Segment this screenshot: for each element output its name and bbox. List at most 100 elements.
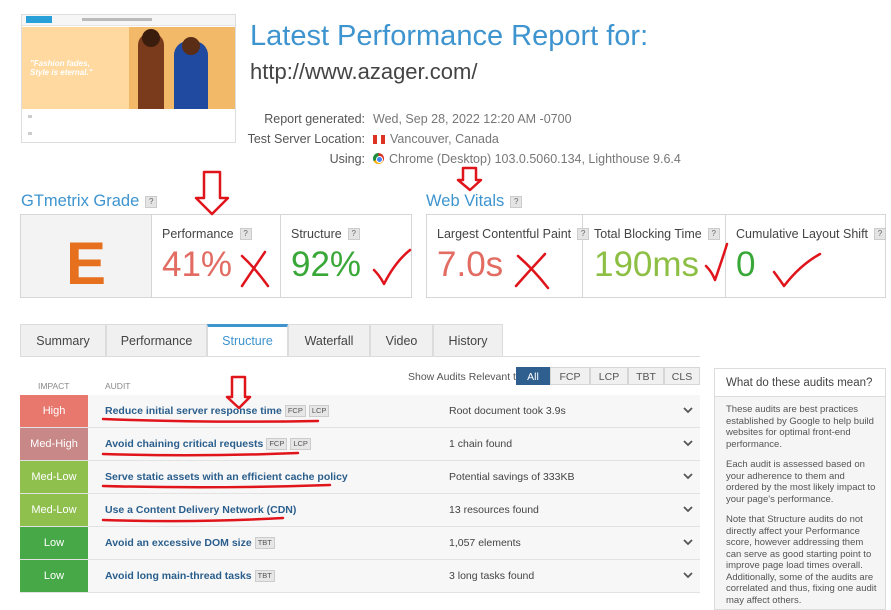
impact-badge: Low bbox=[20, 527, 88, 559]
meta-label-generated: Report generated: bbox=[264, 112, 365, 126]
tab-video[interactable]: Video bbox=[370, 324, 433, 356]
tbt-label: Total Blocking Time? bbox=[594, 227, 720, 241]
chevron-down-icon[interactable] bbox=[683, 504, 693, 514]
tab-structure[interactable]: Structure bbox=[207, 324, 288, 357]
web-vitals-heading: Web Vitals? bbox=[426, 192, 523, 211]
chevron-down-icon[interactable] bbox=[683, 438, 693, 448]
filter-cls-button[interactable]: CLS bbox=[664, 367, 700, 385]
audit-row[interactable]: High Reduce initial server response time F… bbox=[20, 395, 700, 428]
chevron-down-icon[interactable] bbox=[683, 405, 693, 415]
help-icon[interactable]: ? bbox=[347, 228, 360, 240]
meta-label-using: Using: bbox=[329, 152, 365, 166]
cls-label: Cumulative Layout Shift? bbox=[736, 227, 887, 241]
audit-name-text: Reduce initial server response time bbox=[105, 405, 282, 417]
tab-summary[interactable]: Summary bbox=[20, 324, 106, 356]
audit-name[interactable]: Serve static assets with an efficient ca… bbox=[105, 461, 348, 493]
audit-help-paragraph: Note that Structure audits do not direct… bbox=[726, 514, 877, 606]
audit-row[interactable]: Med-High Avoid chaining critical requests… bbox=[20, 428, 700, 461]
performance-label: Performance? bbox=[162, 227, 252, 241]
impact-badge: Med-Low bbox=[20, 461, 88, 493]
metric-tag: FCP bbox=[284, 405, 306, 417]
thumbnail-nav-links bbox=[82, 18, 152, 21]
filter-label: Show Audits Relevant to bbox=[408, 371, 522, 383]
audit-result: 1 chain found bbox=[449, 438, 513, 450]
filter-lcp-button[interactable]: LCP bbox=[590, 367, 628, 385]
cls-cell: Cumulative Layout Shift? 0 bbox=[726, 215, 887, 297]
audit-result: 1,057 elements bbox=[449, 537, 521, 549]
audit-name-text: Serve static assets with an efficient ca… bbox=[105, 471, 348, 483]
chevron-down-icon[interactable] bbox=[683, 537, 693, 547]
impact-column-header: IMPACT bbox=[38, 381, 70, 391]
filter-fcp-button[interactable]: FCP bbox=[550, 367, 590, 385]
thumbnail-slogan: "Fashion fades, Style is eternal." bbox=[30, 59, 93, 77]
metric-tag: TBT bbox=[254, 537, 275, 549]
metric-tag: FCP bbox=[266, 438, 288, 450]
lcp-value: 7.0s bbox=[437, 245, 504, 284]
thumbnail-model-1-head bbox=[142, 29, 160, 47]
audit-name[interactable]: Use a Content Delivery Network (CDN) bbox=[105, 494, 296, 526]
impact-badge: Med-High bbox=[20, 428, 88, 460]
audit-name[interactable]: Avoid long main-thread tasks TBT bbox=[105, 560, 275, 592]
gtmetrix-grade-heading: GTmetrix Grade? bbox=[21, 192, 158, 211]
tab-history[interactable]: History bbox=[433, 324, 503, 356]
help-icon[interactable]: ? bbox=[874, 228, 887, 240]
audit-name-text: Avoid long main-thread tasks bbox=[105, 570, 252, 582]
metric-tag: LCP bbox=[308, 405, 330, 417]
audit-row[interactable]: Med-Low Serve static assets with an effic… bbox=[20, 461, 700, 494]
grade-letter: E bbox=[65, 230, 107, 297]
metric-tag: TBT bbox=[254, 570, 275, 582]
audit-result: 13 resources found bbox=[449, 504, 539, 516]
audit-name-text: Use a Content Delivery Network (CDN) bbox=[105, 504, 297, 516]
gtmetrix-grade-panel: E Performance? 41% Structure? 92% bbox=[20, 214, 412, 298]
audit-row[interactable]: Med-Low Use a Content Delivery Network (C… bbox=[20, 494, 700, 527]
audit-column-header: AUDIT bbox=[105, 381, 131, 391]
tab-waterfall[interactable]: Waterfall bbox=[288, 324, 370, 356]
meta-value-using: Chrome (Desktop) 103.0.5060.134, Lightho… bbox=[373, 152, 681, 166]
web-vitals-panel: Largest Contentful Paint? 7.0s Total Blo… bbox=[426, 214, 887, 298]
help-icon[interactable]: ? bbox=[707, 228, 720, 240]
annotation-arrow bbox=[456, 166, 483, 192]
lcp-label: Largest Contentful Paint? bbox=[437, 227, 590, 241]
lcp-cell: Largest Contentful Paint? 7.0s bbox=[427, 215, 590, 297]
audit-help-paragraph: These audits are best practices establis… bbox=[726, 404, 874, 450]
report-url[interactable]: http://www.azager.com/ bbox=[250, 59, 477, 85]
filter-all-button[interactable]: All bbox=[516, 367, 550, 385]
audit-name-text: Avoid an excessive DOM size bbox=[105, 537, 252, 549]
canada-flag-icon bbox=[373, 135, 385, 144]
structure-cell: Structure? 92% bbox=[281, 215, 410, 297]
audit-name[interactable]: Avoid an excessive DOM size TBT bbox=[105, 527, 275, 559]
audit-help-paragraph: Each audit is assessed based on your adh… bbox=[726, 459, 876, 505]
meta-value-generated: Wed, Sep 28, 2022 12:20 AM -0700 bbox=[373, 112, 572, 126]
audit-result: Root document took 3.9s bbox=[449, 405, 566, 417]
audit-name[interactable]: Avoid chaining critical requests FCP LCP bbox=[105, 428, 311, 460]
meta-label-location: Test Server Location: bbox=[247, 132, 365, 146]
cls-value: 0 bbox=[736, 245, 756, 284]
impact-badge: High bbox=[20, 395, 88, 427]
metric-tag: LCP bbox=[290, 438, 311, 450]
filter-tbt-button[interactable]: TBT bbox=[628, 367, 664, 385]
chevron-down-icon[interactable] bbox=[683, 570, 693, 580]
audit-row[interactable]: Low Avoid long main-thread tasks TBT 3 long… bbox=[20, 560, 700, 593]
tab-performance[interactable]: Performance bbox=[106, 324, 207, 356]
structure-label: Structure? bbox=[291, 227, 360, 241]
help-icon[interactable]: ? bbox=[510, 196, 523, 208]
meta-value-location: Vancouver, Canada bbox=[373, 132, 499, 146]
thumbnail-logo bbox=[26, 16, 52, 23]
audit-name[interactable]: Reduce initial server response time FCP LC… bbox=[105, 395, 330, 427]
thumbnail-mark bbox=[28, 115, 32, 118]
audit-help-panel: What do these audits mean? These audits … bbox=[714, 368, 886, 610]
chevron-down-icon[interactable] bbox=[683, 471, 693, 481]
audit-name-text: Avoid chaining critical requests bbox=[105, 438, 264, 450]
chrome-icon bbox=[373, 153, 384, 164]
help-icon[interactable]: ? bbox=[239, 228, 252, 240]
tab-divider bbox=[20, 356, 700, 357]
impact-badge: Low bbox=[20, 560, 88, 592]
annotation-arrow bbox=[194, 170, 230, 216]
audit-result: Potential savings of 333KB bbox=[449, 471, 575, 483]
audit-help-title: What do these audits mean? bbox=[715, 369, 885, 397]
audit-row[interactable]: Low Avoid an excessive DOM size TBT 1,057 e… bbox=[20, 527, 700, 560]
structure-score: 92% bbox=[291, 245, 362, 284]
audit-result: 3 long tasks found bbox=[449, 570, 535, 582]
help-icon[interactable]: ? bbox=[145, 196, 158, 208]
page-title: Latest Performance Report for: bbox=[250, 20, 649, 52]
